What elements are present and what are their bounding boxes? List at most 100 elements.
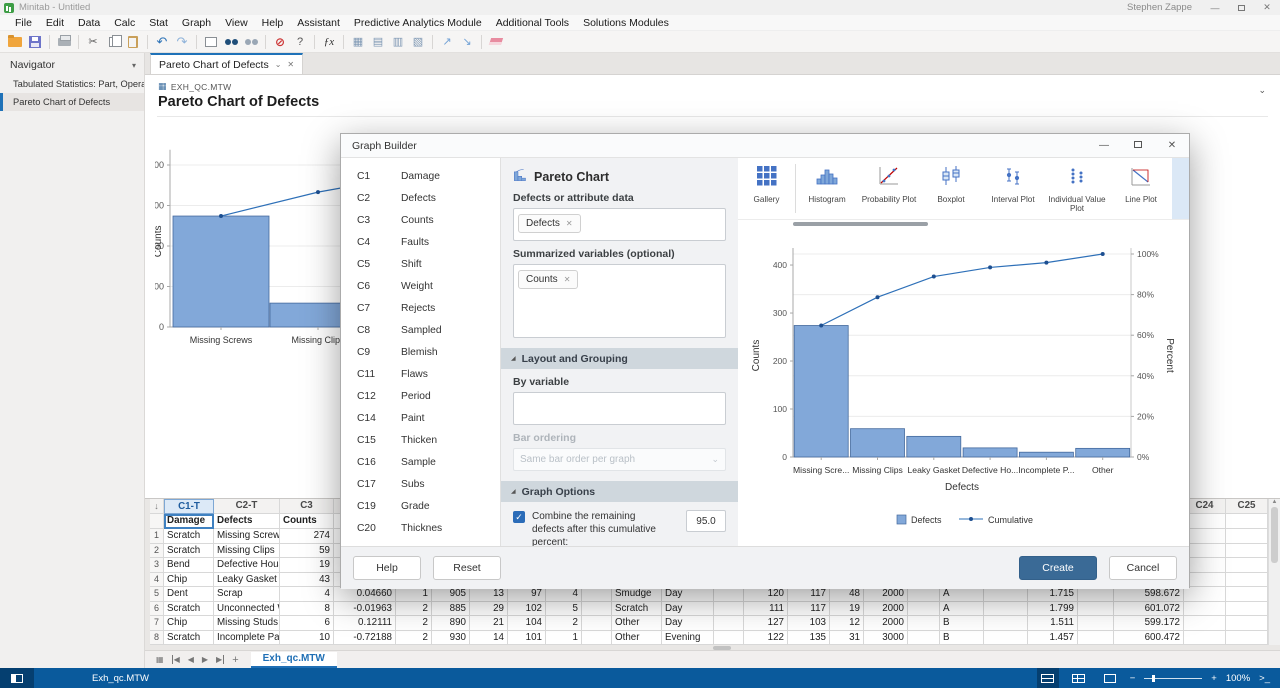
- insert-columns-icon[interactable]: ▥: [389, 34, 407, 50]
- grid-cell[interactable]: 19: [830, 602, 864, 617]
- grid-cell[interactable]: 12: [830, 616, 864, 631]
- grid-cell[interactable]: 120: [744, 587, 788, 602]
- gallery-item-interval-plot[interactable]: Interval Plot: [982, 158, 1044, 219]
- column-item-c7[interactable]: C7Rejects: [341, 298, 500, 320]
- redo-icon[interactable]: ↷: [173, 34, 191, 50]
- grid-cell[interactable]: Other: [612, 616, 662, 631]
- grid-cell[interactable]: Missing Studs: [214, 616, 280, 631]
- grid-cell[interactable]: 101: [508, 631, 546, 646]
- gallery-item-gallery[interactable]: Gallery: [738, 158, 795, 219]
- find-next-icon[interactable]: [242, 34, 260, 50]
- grid-cell[interactable]: [582, 631, 612, 646]
- grid-cell[interactable]: 885: [432, 602, 470, 617]
- column-header-c3[interactable]: C3: [280, 499, 334, 514]
- worksheet-manager-icon[interactable]: ▦: [156, 655, 164, 664]
- grid-cell[interactable]: [1184, 587, 1226, 602]
- grid-cell[interactable]: 8: [280, 602, 334, 617]
- defects-variable-chip[interactable]: Defects ✕: [518, 214, 581, 233]
- grid-cell[interactable]: 127: [744, 616, 788, 631]
- gallery-item-pareto[interactable]: Pareto: [1172, 158, 1189, 219]
- grid-cell[interactable]: Scratch: [612, 602, 662, 617]
- grid-cell[interactable]: 111: [744, 602, 788, 617]
- grid-cell[interactable]: Other: [612, 631, 662, 646]
- grid-cell[interactable]: B: [940, 616, 984, 631]
- copy-icon[interactable]: [104, 34, 122, 50]
- minimize-button[interactable]: —: [1202, 3, 1228, 13]
- column-header-c1-t[interactable]: C1-T: [164, 499, 214, 514]
- print-icon[interactable]: [55, 34, 73, 50]
- grid-cell[interactable]: 5: [546, 602, 582, 617]
- menu-solutions-modules[interactable]: Solutions Modules: [576, 15, 676, 31]
- column-item-c11[interactable]: C11Flaws: [341, 364, 500, 386]
- navigator-item-tabulated-statistics-part-operator[interactable]: Tabulated Statistics: Part, Operator: [0, 75, 144, 93]
- tab-close-icon[interactable]: ✕: [287, 60, 294, 69]
- stop-icon[interactable]: ⊘: [271, 34, 289, 50]
- navigator-caret-icon[interactable]: ▾: [132, 61, 136, 70]
- add-worksheet-icon[interactable]: +: [232, 654, 238, 666]
- grid-cell[interactable]: 2000: [864, 602, 908, 617]
- grid-cell[interactable]: [1078, 631, 1114, 646]
- insert-cells-icon[interactable]: ▦: [349, 34, 367, 50]
- grid-cell[interactable]: 43: [280, 573, 334, 588]
- grid-cell[interactable]: Scratch: [164, 631, 214, 646]
- grid-cell[interactable]: Bend: [164, 558, 214, 573]
- help-button[interactable]: Help: [353, 556, 421, 580]
- grid-cell[interactable]: -0.01963: [334, 602, 396, 617]
- grid-cell[interactable]: Evening: [662, 631, 714, 646]
- command-line-icon[interactable]: >_: [1259, 673, 1270, 684]
- column-header-c24[interactable]: C24: [1184, 499, 1226, 514]
- remove-defects-chip-icon[interactable]: ✕: [566, 219, 573, 228]
- column-item-c9[interactable]: C9Blemish: [341, 342, 500, 364]
- grid-vertical-scrollbar[interactable]: ▲: [1268, 499, 1280, 645]
- grid-cell[interactable]: 13: [470, 587, 508, 602]
- grid-cell[interactable]: [1226, 602, 1268, 617]
- grid-cell[interactable]: [582, 616, 612, 631]
- grid-cell[interactable]: [714, 587, 744, 602]
- column-item-c4[interactable]: C4Faults: [341, 232, 500, 254]
- grid-cell[interactable]: 2: [396, 616, 432, 631]
- last-worksheet-icon[interactable]: ▶: [216, 655, 224, 664]
- grid-cell[interactable]: 102: [508, 602, 546, 617]
- grid-cell[interactable]: Missing Clips: [214, 544, 280, 559]
- column-item-c12[interactable]: C12Period: [341, 386, 500, 408]
- grid-cell[interactable]: [1226, 587, 1268, 602]
- help-icon[interactable]: ?: [291, 34, 309, 50]
- column-item-c2[interactable]: C2Defects: [341, 188, 500, 210]
- row-header-8[interactable]: 8: [150, 631, 164, 646]
- grid-cell[interactable]: [984, 602, 1028, 617]
- column-item-c1[interactable]: C1Damage: [341, 166, 500, 188]
- open-icon[interactable]: [6, 34, 24, 50]
- grid-cell[interactable]: [1078, 602, 1114, 617]
- grid-cell[interactable]: 600.472: [1114, 631, 1184, 646]
- grid-cell[interactable]: Dent: [164, 587, 214, 602]
- grid-cell[interactable]: [984, 616, 1028, 631]
- grid-cell[interactable]: [908, 616, 940, 631]
- column-item-c3[interactable]: C3Counts: [341, 210, 500, 232]
- grid-cell[interactable]: 117: [788, 587, 830, 602]
- grid-cell[interactable]: [908, 631, 940, 646]
- insert-rows-icon[interactable]: ▤: [369, 34, 387, 50]
- grid-cell[interactable]: 2: [396, 602, 432, 617]
- grid-cell[interactable]: [1226, 529, 1268, 544]
- view-split-icon[interactable]: [1037, 668, 1059, 688]
- grid-cell[interactable]: Scratch: [164, 529, 214, 544]
- grid-cell[interactable]: 104: [508, 616, 546, 631]
- grid-cell[interactable]: Scrap: [214, 587, 280, 602]
- grid-cell[interactable]: 59: [280, 544, 334, 559]
- tab-pareto-chart-of-defects[interactable]: Pareto Chart of Defects ⌄ ✕: [150, 53, 303, 74]
- gallery-item-individual-value-plot[interactable]: Individual Value Plot: [1044, 158, 1110, 219]
- grid-cell[interactable]: 2000: [864, 616, 908, 631]
- grid-cell[interactable]: Missing Screws: [214, 529, 280, 544]
- menu-assistant[interactable]: Assistant: [290, 15, 347, 31]
- grid-cell[interactable]: 29: [470, 602, 508, 617]
- grid-cell[interactable]: 2: [546, 616, 582, 631]
- grid-cell[interactable]: 4: [546, 587, 582, 602]
- grid-cell[interactable]: 598.672: [1114, 587, 1184, 602]
- gallery-item-line-plot[interactable]: Line Plot: [1110, 158, 1172, 219]
- column-item-c17[interactable]: C17Subs: [341, 474, 500, 496]
- grid-cell[interactable]: 1.715: [1028, 587, 1078, 602]
- layout-grouping-section[interactable]: ◢ Layout and Grouping: [501, 348, 738, 369]
- column-name-cell-damage[interactable]: Damage: [164, 514, 214, 529]
- zoom-slider[interactable]: [1144, 678, 1202, 679]
- menu-file[interactable]: File: [8, 15, 39, 31]
